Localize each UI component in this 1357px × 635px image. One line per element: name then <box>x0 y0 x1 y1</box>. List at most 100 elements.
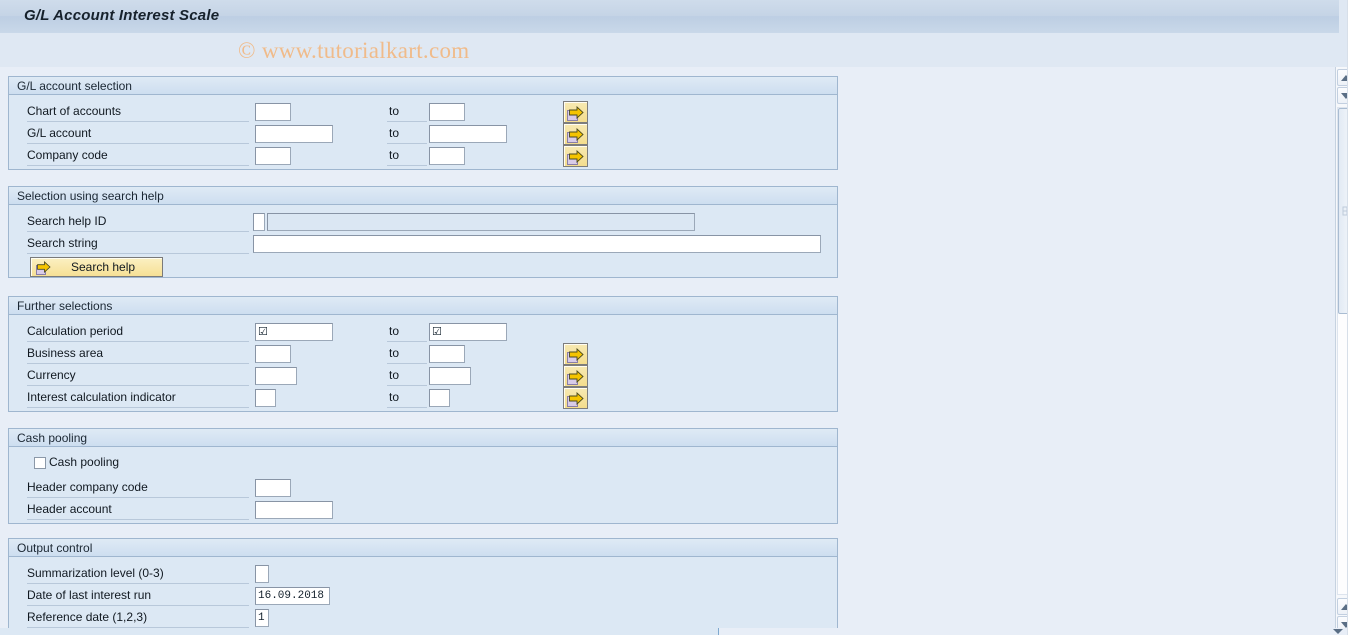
group-title-further-selections: Further selections <box>9 297 837 315</box>
input-currency-to[interactable] <box>429 367 471 385</box>
label-chart-of-accounts: Chart of accounts <box>27 104 122 118</box>
row-header-account: Header account <box>9 499 839 521</box>
to-underline <box>387 363 427 364</box>
group-title-output-control: Output control <box>9 539 837 557</box>
row-business-area: Business area to <box>9 343 839 365</box>
search-help-button[interactable]: Search help <box>30 257 163 277</box>
label-underline <box>27 231 249 232</box>
status-strip-right <box>719 628 1357 635</box>
row-header-company-code: Header company code <box>9 477 839 499</box>
label-business-area: Business area <box>27 346 104 360</box>
label-company-code: Company code <box>27 148 108 162</box>
label-interest-calculation-indicator: Interest calculation indicator <box>27 390 176 404</box>
chevron-down-icon[interactable] <box>1333 629 1343 634</box>
input-header-account[interactable] <box>255 501 333 519</box>
status-strip-left <box>0 628 600 635</box>
multiple-selection-button-business-area[interactable] <box>563 343 588 365</box>
group-selection-using-search-help: Selection using search help Search help … <box>8 186 838 278</box>
bottom-status-strip <box>0 628 1357 635</box>
checkbox-cash-pooling-label: Cash pooling <box>49 455 120 469</box>
multiple-selection-button-company-code[interactable] <box>563 145 588 167</box>
search-help-button-label: Search help <box>71 260 136 274</box>
to-underline <box>387 341 427 342</box>
selection-screen-content: G/L account selection Chart of accounts … <box>0 67 1336 628</box>
arrow-right-icon <box>569 150 584 163</box>
label-underline <box>27 583 249 584</box>
input-company-code-from[interactable] <box>255 147 291 165</box>
window-right-rail <box>1347 0 1357 635</box>
arrow-right-icon <box>569 370 584 383</box>
input-gl-account-to[interactable] <box>429 125 507 143</box>
label-underline <box>27 341 249 342</box>
input-business-area-from[interactable] <box>255 345 291 363</box>
label-underline <box>27 143 249 144</box>
label-summarization-level: Summarization level (0-3) <box>27 566 164 580</box>
input-search-string[interactable] <box>253 235 821 253</box>
row-company-code: Company code to <box>9 145 839 167</box>
label-underline <box>27 385 249 386</box>
label-underline <box>27 253 249 254</box>
input-search-help-id-description[interactable] <box>267 213 695 231</box>
input-interest-calculation-indicator-to[interactable] <box>429 389 450 407</box>
to-underline <box>387 407 427 408</box>
watermark-strip <box>0 33 1357 67</box>
label-underline <box>27 363 249 364</box>
checkbox-checked-icon: ☑ <box>258 325 268 338</box>
watermark-text: © www.tutorialkart.com <box>238 38 470 63</box>
input-calculation-period-from[interactable]: ☑ <box>255 323 333 341</box>
to-underline <box>387 143 427 144</box>
label-to: to <box>389 148 400 162</box>
multiple-selection-button-chart-of-accounts[interactable] <box>563 101 588 123</box>
multiple-selection-button-currency[interactable] <box>563 365 588 387</box>
label-reference-date: Reference date (1,2,3) <box>27 610 148 624</box>
row-interest-calculation-indicator: Interest calculation indicator to <box>9 387 839 409</box>
label-underline <box>27 519 249 520</box>
input-chart-of-accounts-to[interactable] <box>429 103 465 121</box>
label-gl-account: G/L account <box>27 126 92 140</box>
label-header-company-code: Header company code <box>27 480 148 494</box>
input-chart-of-accounts-from[interactable] <box>255 103 291 121</box>
input-header-company-code[interactable] <box>255 479 291 497</box>
to-underline <box>387 121 427 122</box>
group-title-cash-pooling: Cash pooling <box>9 429 837 447</box>
input-currency-from[interactable] <box>255 367 297 385</box>
label-search-string: Search string <box>27 236 98 250</box>
status-strip-middle <box>600 628 718 635</box>
label-underline <box>27 165 249 166</box>
input-summarization-level[interactable] <box>255 565 269 583</box>
row-date-of-last-interest-run: Date of last interest run <box>9 585 839 607</box>
checkbox-box-icon <box>34 457 46 469</box>
label-to: to <box>389 104 400 118</box>
to-underline <box>387 385 427 386</box>
label-to: to <box>389 368 400 382</box>
label-underline <box>27 407 249 408</box>
input-reference-date[interactable] <box>255 609 269 627</box>
input-interest-calculation-indicator-from[interactable] <box>255 389 276 407</box>
multiple-selection-button-gl-account[interactable] <box>563 123 588 145</box>
input-business-area-to[interactable] <box>429 345 465 363</box>
label-search-help-id: Search help ID <box>27 214 107 228</box>
group-further-selections: Further selections Calculation period ☑ … <box>8 296 838 412</box>
input-gl-account-from[interactable] <box>255 125 333 143</box>
window-title-bar: G/L Account Interest Scale <box>0 0 1348 34</box>
input-company-code-to[interactable] <box>429 147 465 165</box>
label-underline <box>27 497 249 498</box>
arrow-right-icon <box>569 348 584 361</box>
arrow-right-icon <box>569 392 584 405</box>
label-to: to <box>389 324 400 338</box>
arrow-right-icon <box>37 261 51 273</box>
label-to: to <box>389 346 400 360</box>
arrow-right-icon <box>569 128 584 141</box>
input-search-help-id[interactable] <box>253 213 265 231</box>
row-search-string: Search string <box>9 233 839 255</box>
input-calculation-period-to[interactable]: ☑ <box>429 323 507 341</box>
group-output-control: Output control Summarization level (0-3)… <box>8 538 838 628</box>
input-date-of-last-interest-run[interactable] <box>255 587 330 605</box>
multiple-selection-button-interest-calculation-indicator[interactable] <box>563 387 588 409</box>
group-gl-account-selection: G/L account selection Chart of accounts … <box>8 76 838 170</box>
label-underline <box>27 605 249 606</box>
row-search-help-id: Search help ID <box>9 211 839 233</box>
row-summarization-level: Summarization level (0-3) <box>9 563 839 585</box>
group-cash-pooling: Cash pooling Cash pooling Header company… <box>8 428 838 524</box>
arrow-right-icon <box>569 106 584 119</box>
